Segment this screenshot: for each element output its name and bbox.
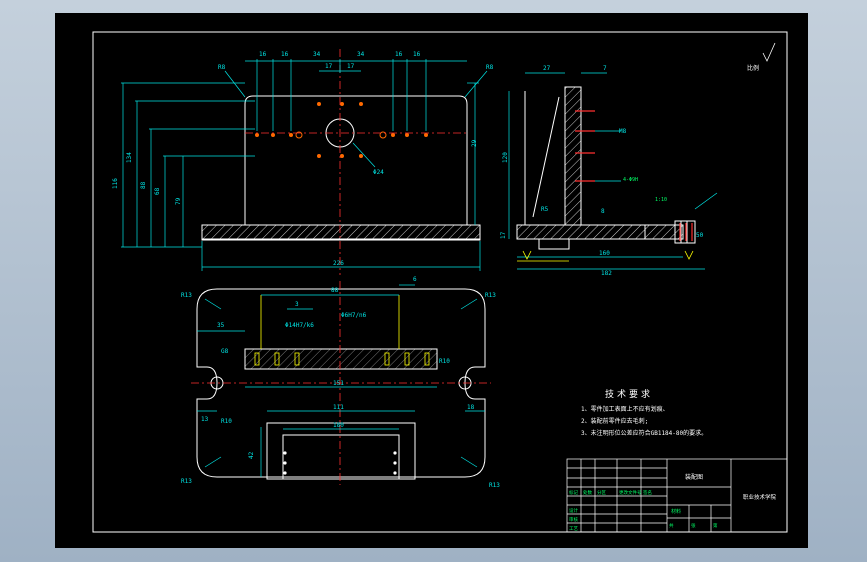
dim-3-plan: 3 xyxy=(295,301,299,308)
dim-r8-left: R8 xyxy=(218,64,226,71)
front-centerlines xyxy=(245,49,467,275)
dim-120: 120 xyxy=(502,152,509,163)
dim-r5: R5 xyxy=(541,206,549,213)
svg-text:分区: 分区 xyxy=(597,489,606,496)
dim-17: 17 xyxy=(500,231,507,239)
dim-13-plan: 13 xyxy=(201,416,209,423)
svg-text:更改文件号: 更改文件号 xyxy=(619,489,642,496)
dim-fit-14: Φ14H7/k6 xyxy=(285,322,314,329)
notes-title: 技术要求 xyxy=(605,388,653,400)
front-view xyxy=(201,95,481,241)
dim-226: 226 xyxy=(333,260,344,267)
dim-r10-left: R10 xyxy=(221,418,232,425)
technical-notes: 技术要求 1、零件加工表面上不应有划痕、 2、装配前零件应去毛刺; 3、未注明形… xyxy=(581,388,707,437)
dim-35-plan: 35 xyxy=(217,322,225,329)
dim-34-b: 34 xyxy=(357,51,365,58)
dim-88: 88 xyxy=(140,181,147,189)
dim-68: 68 xyxy=(154,187,161,195)
svg-text:审核: 审核 xyxy=(569,516,578,523)
svg-text:设计: 设计 xyxy=(569,507,578,514)
scale-label: 比例 xyxy=(747,64,759,72)
front-holes xyxy=(255,102,428,158)
dim-17-b: 17 xyxy=(347,63,355,70)
svg-text:工艺: 工艺 xyxy=(569,526,578,532)
title-block-drawing-name: 装配图 xyxy=(685,473,703,481)
roughness-symbol xyxy=(762,42,776,62)
svg-text:4-Φ9H: 4-Φ9H xyxy=(623,177,638,183)
dim-79: 79 xyxy=(175,197,182,205)
dim-8: 8 xyxy=(601,208,605,215)
title-block-cells: 标记 处数 分区 更改文件号 签名 设计审核工艺 共 张 第 xyxy=(569,489,718,532)
dim-160: 160 xyxy=(599,250,610,257)
dim-88-plan: 88 xyxy=(331,287,339,294)
svg-text:第: 第 xyxy=(713,522,718,529)
dim-134: 134 xyxy=(126,152,133,163)
base-plate-section xyxy=(201,224,481,240)
dim-right-height: 29 xyxy=(471,139,478,147)
dim-bore-dia: Φ24 xyxy=(373,169,384,176)
note-1: 1、零件加工表面上不应有划痕、 xyxy=(581,405,669,413)
svg-text:签名: 签名 xyxy=(643,489,652,496)
dim-16-d: 16 xyxy=(413,51,421,58)
dim-18-plan: 18 xyxy=(467,404,475,411)
title-block-company: 职业技术学院 xyxy=(743,493,777,501)
dim-16-c: 16 xyxy=(395,51,403,58)
dim-180-plan: 180 xyxy=(333,422,344,429)
svg-text:处数: 处数 xyxy=(583,489,592,496)
dim-6-plan: 6 xyxy=(413,276,417,283)
dim-16-b: 16 xyxy=(281,51,289,58)
svg-text:1:10: 1:10 xyxy=(655,197,667,203)
side-view xyxy=(516,86,696,250)
svg-text:共: 共 xyxy=(669,522,674,529)
svg-text:张: 张 xyxy=(691,522,696,529)
upright-plate xyxy=(244,95,468,226)
dim-r13-br: R13 xyxy=(489,482,500,489)
dim-116: 116 xyxy=(112,178,119,189)
dim-151: 151 xyxy=(333,380,344,387)
dim-r13-tr: R13 xyxy=(485,292,496,299)
dim-fit-6: Φ6H7/n6 xyxy=(341,312,367,319)
dim-50: 50 xyxy=(696,232,704,239)
dim-42-plan: 42 xyxy=(248,451,255,459)
dim-r10-right: R10 xyxy=(439,358,450,365)
svg-text:标记: 标记 xyxy=(569,489,578,496)
note-3: 3、未注明形位公差应符合GB1184-80的要求。 xyxy=(581,429,707,437)
dim-34-a: 34 xyxy=(313,51,321,58)
side-upright-section xyxy=(564,86,582,226)
inner-slot xyxy=(266,422,416,480)
dim-r13-bl: R13 xyxy=(181,478,192,485)
dim-r8-right: R8 xyxy=(486,64,494,71)
dim-m8: M8 xyxy=(619,128,627,135)
side-callouts: 4-Φ9H 1:10 xyxy=(623,177,667,203)
dim-111: 111 xyxy=(333,404,344,411)
dim-g8: G8 xyxy=(221,348,229,355)
dim-16-a: 16 xyxy=(259,51,267,58)
dim-17-a: 17 xyxy=(325,63,333,70)
title-block-material: 材料 xyxy=(671,508,681,515)
side-dimension-texts: 27 7 120 17 160 182 R5 M8 8 50 xyxy=(500,65,704,277)
drawing-sheet: 16 16 34 34 16 16 17 17 226 116 88 68 79… xyxy=(55,13,808,548)
dim-7: 7 xyxy=(603,65,607,72)
note-2: 2、装配前零件应去毛刺; xyxy=(581,417,648,425)
dim-r13-tl: R13 xyxy=(181,292,192,299)
plan-dimension-texts: R13 R13 R13 R13 88 6 3 35 Φ14H7/k6 Φ6H7/… xyxy=(181,276,500,489)
side-hole-markers xyxy=(575,110,693,241)
dim-182: 182 xyxy=(601,270,612,277)
cad-drawing: 16 16 34 34 16 16 17 17 226 116 88 68 79… xyxy=(92,31,788,533)
side-base-section xyxy=(516,224,684,240)
dim-27: 27 xyxy=(543,65,551,72)
